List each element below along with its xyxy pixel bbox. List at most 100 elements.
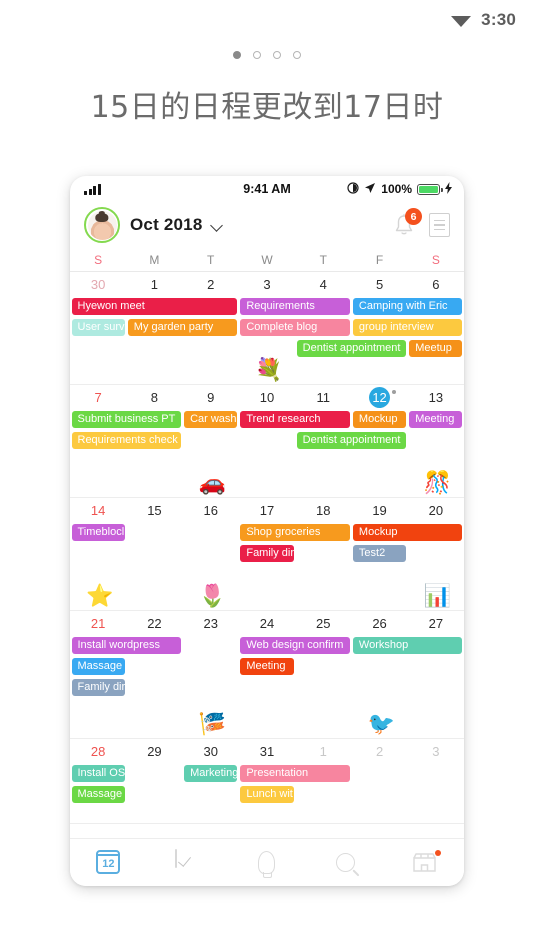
month-label[interactable]: Oct 2018 (130, 215, 202, 235)
bottom-nav[interactable]: 12 (70, 838, 464, 886)
event-chip[interactable]: Complete blog (240, 319, 350, 336)
day-cell-5[interactable]: 5 (351, 277, 407, 292)
bouquet-sticker: 💐 (255, 357, 283, 382)
day-cell-13[interactable]: 13 (408, 390, 464, 405)
calendar-week: 7 8 9 10 11 12 13 Submit business PT Car wash Tre… (70, 385, 464, 498)
event-chip[interactable]: Trend research (240, 411, 350, 428)
day-cell-15[interactable]: 15 (126, 503, 182, 518)
event-chip[interactable]: Car wash (184, 411, 238, 428)
event-chip[interactable]: Requirements check (71, 432, 182, 449)
event-chip[interactable]: Mockup (352, 411, 407, 428)
weekday-header: S M T W T F S (70, 248, 464, 272)
event-chip[interactable]: Massage (71, 786, 125, 803)
day-cell-30[interactable]: 30 (70, 277, 126, 292)
day-cell-2[interactable]: 2 (183, 277, 239, 292)
day-cell-27[interactable]: 27 (408, 616, 464, 631)
event-chip[interactable]: Submit business PT (71, 411, 182, 428)
day-cell-3[interactable]: 3 (408, 744, 464, 759)
event-chip[interactable]: Meeting (409, 411, 463, 428)
weekday-0: S (94, 252, 103, 267)
event-chip[interactable]: Shop groceries (240, 524, 350, 541)
event-chip[interactable]: Workshop (352, 637, 463, 654)
nav-tasks[interactable] (175, 848, 201, 876)
carousel-dot-4[interactable] (293, 51, 301, 59)
cellular-signal-icon (84, 183, 101, 195)
event-chip[interactable]: Family dir (240, 545, 294, 562)
chevron-down-icon[interactable] (212, 220, 223, 231)
carousel-dot-1[interactable] (233, 51, 241, 59)
nav-calendar[interactable]: 12 (96, 849, 122, 876)
day-cell-23[interactable]: 23 (183, 616, 239, 631)
day-cell-20[interactable]: 20 (408, 503, 464, 518)
list-menu-icon[interactable] (429, 213, 450, 237)
event-chip[interactable]: User surv (71, 319, 125, 336)
event-chip[interactable]: Mockup (352, 524, 463, 541)
event-chip[interactable]: Lunch wit (240, 786, 294, 803)
week-day-numbers: 7 8 9 10 11 12 13 (70, 385, 464, 409)
notification-bell-button[interactable]: 6 (393, 208, 422, 237)
os-clock: 3:30 (481, 10, 516, 29)
event-chip[interactable]: group interview (352, 319, 463, 336)
carousel-dot-2[interactable] (253, 51, 261, 59)
calendar-grid[interactable]: 30 1 2 3 4 5 6 Hyewon meet Requirements Camping w… (70, 272, 464, 824)
day-cell-1[interactable]: 1 (126, 277, 182, 292)
event-chip[interactable]: Meeting (240, 658, 294, 675)
day-cell-16[interactable]: 16 (183, 503, 239, 518)
week-day-numbers: 28 29 30 31 1 2 3 (70, 739, 464, 763)
day-cell-2[interactable]: 2 (351, 744, 407, 759)
carousel-dot-3[interactable] (273, 51, 281, 59)
day-cell-26[interactable]: 26 (351, 616, 407, 631)
event-chip[interactable]: Marketing (184, 765, 238, 782)
nav-ideas[interactable] (254, 850, 280, 878)
day-cell-30[interactable]: 30 (183, 744, 239, 759)
week-day-numbers: 21 22 23 24 25 26 27 (70, 611, 464, 635)
phone-header: Oct 2018 6 (70, 202, 464, 248)
day-cell-31[interactable]: 31 (239, 744, 295, 759)
day-cell-4[interactable]: 4 (295, 277, 351, 292)
event-chip[interactable]: Web design confirm (240, 637, 350, 654)
event-chip[interactable]: Family dir (71, 679, 125, 696)
avatar[interactable] (84, 207, 120, 243)
day-cell-24[interactable]: 24 (239, 616, 295, 631)
weekday-4: T (319, 252, 327, 267)
event-chip[interactable]: Install OS (71, 765, 125, 782)
event-chip[interactable]: Meetup (409, 340, 463, 357)
day-cell-22[interactable]: 22 (126, 616, 182, 631)
carousel-dots[interactable] (0, 51, 534, 59)
day-cell-18[interactable]: 18 (295, 503, 351, 518)
day-cell-9[interactable]: 9 (183, 390, 239, 405)
day-cell-10[interactable]: 10 (239, 390, 295, 405)
nav-search[interactable] (333, 850, 359, 876)
tulip-sticker: 🌷 (198, 583, 227, 608)
star-sticker: ⭐ (86, 583, 114, 608)
event-chip[interactable]: Camping with Eric (352, 298, 463, 315)
event-chip[interactable]: Dentist appointment (296, 340, 407, 357)
day-cell-17[interactable]: 17 (239, 503, 295, 518)
lightbulb-icon (258, 851, 276, 878)
event-chip[interactable]: Hyewon meet (71, 298, 238, 315)
day-cell-28[interactable]: 28 (70, 744, 126, 759)
event-chip[interactable]: Massage (71, 658, 125, 675)
event-chip[interactable]: Test2 (352, 545, 407, 562)
day-cell-6[interactable]: 6 (408, 277, 464, 292)
event-chip[interactable]: Timeblocl (71, 524, 125, 541)
day-cell-14[interactable]: 14 (70, 503, 126, 518)
event-chip[interactable]: My garden party (127, 319, 238, 336)
event-chip[interactable]: Presentation (240, 765, 350, 782)
event-chip[interactable]: Dentist appointment (296, 432, 407, 449)
day-cell-11[interactable]: 11 (295, 390, 351, 405)
day-cell-12[interactable]: 12 (369, 386, 391, 408)
day-cell-8[interactable]: 8 (126, 390, 182, 405)
day-cell-7[interactable]: 7 (70, 390, 126, 405)
day-cell-19[interactable]: 19 (351, 503, 407, 518)
weekday-1: M (149, 252, 160, 267)
nav-store[interactable] (412, 850, 442, 876)
day-cell-21[interactable]: 21 (70, 616, 126, 631)
event-chip[interactable]: Requirements (240, 298, 350, 315)
event-chip[interactable]: Install wordpress (71, 637, 182, 654)
day-cell-29[interactable]: 29 (126, 744, 182, 759)
day-cell-25[interactable]: 25 (295, 616, 351, 631)
car-sticker: 🚗 (198, 470, 227, 495)
day-cell-1[interactable]: 1 (295, 744, 351, 759)
day-cell-3[interactable]: 3 (239, 277, 295, 292)
